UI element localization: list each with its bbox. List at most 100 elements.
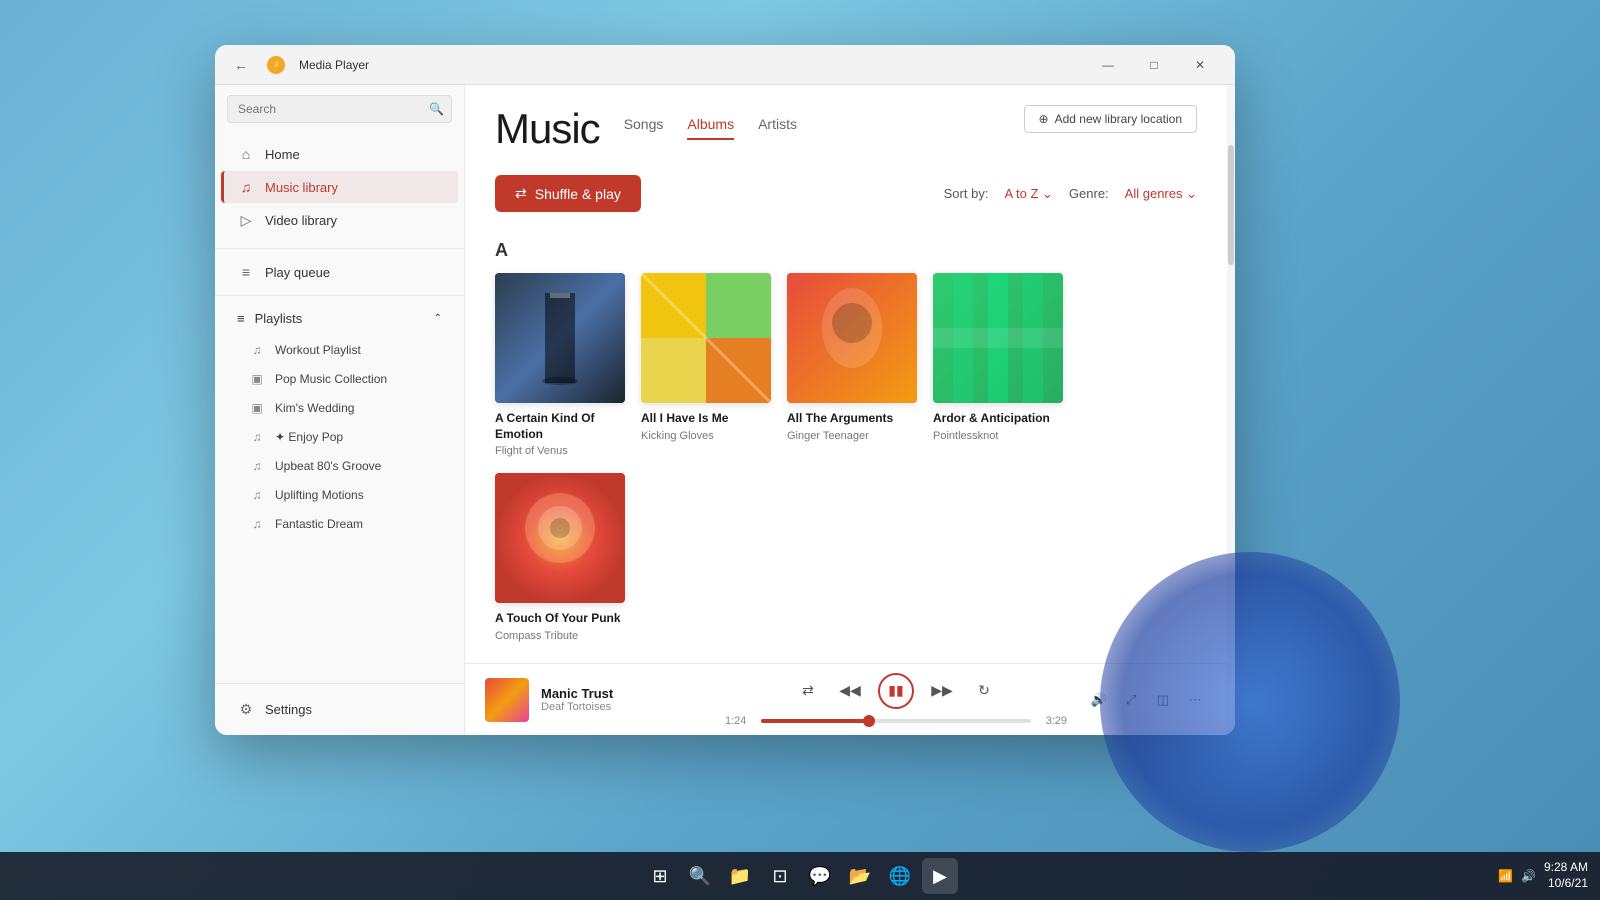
shuffle-control-button[interactable]: ⇄	[794, 677, 822, 705]
taskbar-edge-button[interactable]: 🌐	[882, 858, 918, 894]
playlist-icon-pop: ▣	[249, 372, 265, 386]
playlist-item-fantastic[interactable]: ♫ Fantastic Dream	[221, 510, 458, 538]
repeat-button[interactable]: ↻	[970, 677, 998, 705]
sidebar-divider-2	[215, 295, 464, 296]
track-artist: Deaf Tortoises	[541, 701, 613, 713]
genre-label: Genre:	[1069, 186, 1109, 201]
progress-bar[interactable]	[761, 719, 1031, 723]
taskbar-explorer-button[interactable]: 📁	[722, 858, 758, 894]
tab-artists[interactable]: Artists	[758, 116, 797, 140]
album-card-ardor[interactable]: Ardor & Anticipation Pointlessknot	[933, 273, 1063, 457]
page-title: Music	[495, 105, 600, 153]
taskbar-volume-icon: 🔊	[1521, 869, 1536, 883]
sidebar-item-video-library[interactable]: ▷ Video library	[221, 204, 458, 237]
chevron-up-icon: ⌃	[434, 313, 442, 324]
sidebar-item-settings[interactable]: ⚙ Settings	[221, 693, 458, 726]
playlist-item-enjoy-pop[interactable]: ♫ ✦ Enjoy Pop	[221, 423, 458, 451]
playlist-icon-fantastic: ♫	[249, 517, 265, 531]
playlist-item-uplifting[interactable]: ♫ Uplifting Motions	[221, 481, 458, 509]
sidebar-label-home: Home	[265, 147, 300, 162]
taskbar-clock[interactable]: 9:28 AM 10/6/21	[1544, 860, 1588, 891]
taskbar-search-button[interactable]: 🔍	[682, 858, 718, 894]
album-card-a-certain[interactable]: A Certain Kind Of Emotion Flight of Venu…	[495, 273, 625, 457]
playlists-header[interactable]: ≡ Playlists ⌃	[221, 303, 458, 334]
titlebar: ← ♪ Media Player — □ ✕	[215, 45, 1235, 85]
tab-songs[interactable]: Songs	[624, 116, 664, 140]
taskbar-center: ⊞ 🔍 📁 ⊡ 💬 📂 🌐 ▶	[642, 858, 958, 894]
minimize-button[interactable]: —	[1085, 49, 1131, 81]
track-name: Manic Trust	[541, 686, 613, 701]
shuffle-button[interactable]: ⇄ Shuffle & play	[495, 175, 641, 212]
scrollbar-thumb[interactable]	[1228, 145, 1234, 265]
sidebar-bottom: ⚙ Settings	[215, 683, 464, 735]
search-wrap: 🔍	[227, 95, 452, 123]
sort-controls: Sort by: A to Z ⌄ Genre: All genres ⌄	[944, 186, 1197, 202]
sidebar-label-queue: Play queue	[265, 265, 330, 280]
close-button[interactable]: ✕	[1177, 49, 1223, 81]
taskbar-media-player-button[interactable]: ▶	[922, 858, 958, 894]
sidebar-item-play-queue[interactable]: ≡ Play queue	[221, 256, 458, 288]
progress-track: 1:24 3:29	[725, 715, 1067, 727]
sort-value[interactable]: A to Z ⌄	[1004, 186, 1052, 202]
add-library-button[interactable]: ⊕ Add new library location	[1024, 105, 1197, 133]
taskbar-widgets-button[interactable]: ⊡	[762, 858, 798, 894]
search-input[interactable]	[227, 95, 452, 123]
back-button[interactable]: ←	[227, 51, 255, 79]
taskbar-network-icon: 📶	[1498, 869, 1513, 883]
album-cover-touch-punk	[495, 473, 625, 603]
taskbar: ⊞ 🔍 📁 ⊡ 💬 📂 🌐 ▶ 📶 🔊 9:28 AM 10/6/21	[0, 852, 1600, 900]
maximize-button[interactable]: □	[1131, 49, 1177, 81]
playlist-label-fantastic: Fantastic Dream	[275, 517, 363, 531]
app-title: Media Player	[299, 58, 369, 72]
playlist-label-kims: Kim's Wedding	[275, 401, 354, 415]
title-row: Music Songs Albums Artists	[495, 105, 1197, 153]
current-time: 1:24	[725, 715, 753, 727]
add-library-icon: ⊕	[1039, 112, 1049, 126]
taskbar-files-button[interactable]: 📂	[842, 858, 878, 894]
playlist-item-upbeat[interactable]: ♫ Upbeat 80's Groove	[221, 452, 458, 480]
title-left: Music Songs Albums Artists	[495, 105, 797, 153]
taskbar-right: 📶 🔊 9:28 AM 10/6/21	[1498, 860, 1588, 891]
playlist-item-pop-collection[interactable]: ▣ Pop Music Collection	[221, 365, 458, 393]
sidebar-item-home[interactable]: ⌂ Home	[221, 138, 458, 170]
album-cover-all-arguments	[787, 273, 917, 403]
playlists-label: Playlists	[255, 311, 303, 326]
pause-button[interactable]: ▮▮	[878, 673, 914, 709]
genre-value[interactable]: All genres ⌄	[1125, 186, 1197, 202]
playlist-icon-uplifting: ♫	[249, 488, 265, 502]
sidebar-nav: ⌂ Home ♫ Music library ▷ Video library	[215, 133, 464, 242]
album-thumb	[485, 678, 529, 722]
playlist-item-kims-wedding[interactable]: ▣ Kim's Wedding	[221, 394, 458, 422]
shuffle-label: Shuffle & play	[535, 186, 621, 202]
window-controls: — □ ✕	[1085, 49, 1223, 81]
sidebar-item-music-library[interactable]: ♫ Music library	[221, 171, 458, 203]
albums-area: A	[465, 224, 1227, 663]
taskbar-start-button[interactable]: ⊞	[642, 858, 678, 894]
previous-button[interactable]: ◀◀	[836, 677, 864, 705]
album-artist-all-i-have: Kicking Gloves	[641, 430, 771, 442]
album-card-touch-punk[interactable]: A Touch Of Your Punk Compass Tribute	[495, 473, 625, 642]
progress-thumb	[863, 715, 875, 727]
taskbar-date: 10/6/21	[1544, 876, 1588, 892]
next-button[interactable]: ▶▶	[928, 677, 956, 705]
playlist-label-upbeat: Upbeat 80's Groove	[275, 459, 381, 473]
sidebar-label-video: Video library	[265, 213, 337, 228]
progress-fill	[761, 719, 869, 723]
home-icon: ⌂	[237, 146, 255, 162]
music-icon: ♫	[237, 179, 255, 195]
album-name-ardor: Ardor & Anticipation	[933, 411, 1063, 427]
add-library-label: Add new library location	[1055, 112, 1182, 126]
album-card-all-i-have[interactable]: All I Have Is Me Kicking Gloves	[641, 273, 771, 457]
sidebar-label-music: Music library	[265, 180, 338, 195]
tab-albums[interactable]: Albums	[687, 116, 734, 140]
playlist-icon-enjoy: ♫	[249, 430, 265, 444]
album-card-all-arguments[interactable]: All The Arguments Ginger Teenager	[787, 273, 917, 457]
album-artist-a-certain: Flight of Venus	[495, 445, 625, 457]
playlist-icon-upbeat: ♫	[249, 459, 265, 473]
progress-area: ⇄ ◀◀ ▮▮ ▶▶ ↻ 1:24 3:29	[705, 673, 1087, 727]
albums-grid-a: A Certain Kind Of Emotion Flight of Venu…	[495, 273, 1197, 642]
playback-controls: ⇄ ◀◀ ▮▮ ▶▶ ↻	[794, 673, 998, 709]
playlist-label-workout: Workout Playlist	[275, 343, 361, 357]
playlist-item-workout[interactable]: ♫ Workout Playlist	[221, 336, 458, 364]
taskbar-teams-button[interactable]: 💬	[802, 858, 838, 894]
